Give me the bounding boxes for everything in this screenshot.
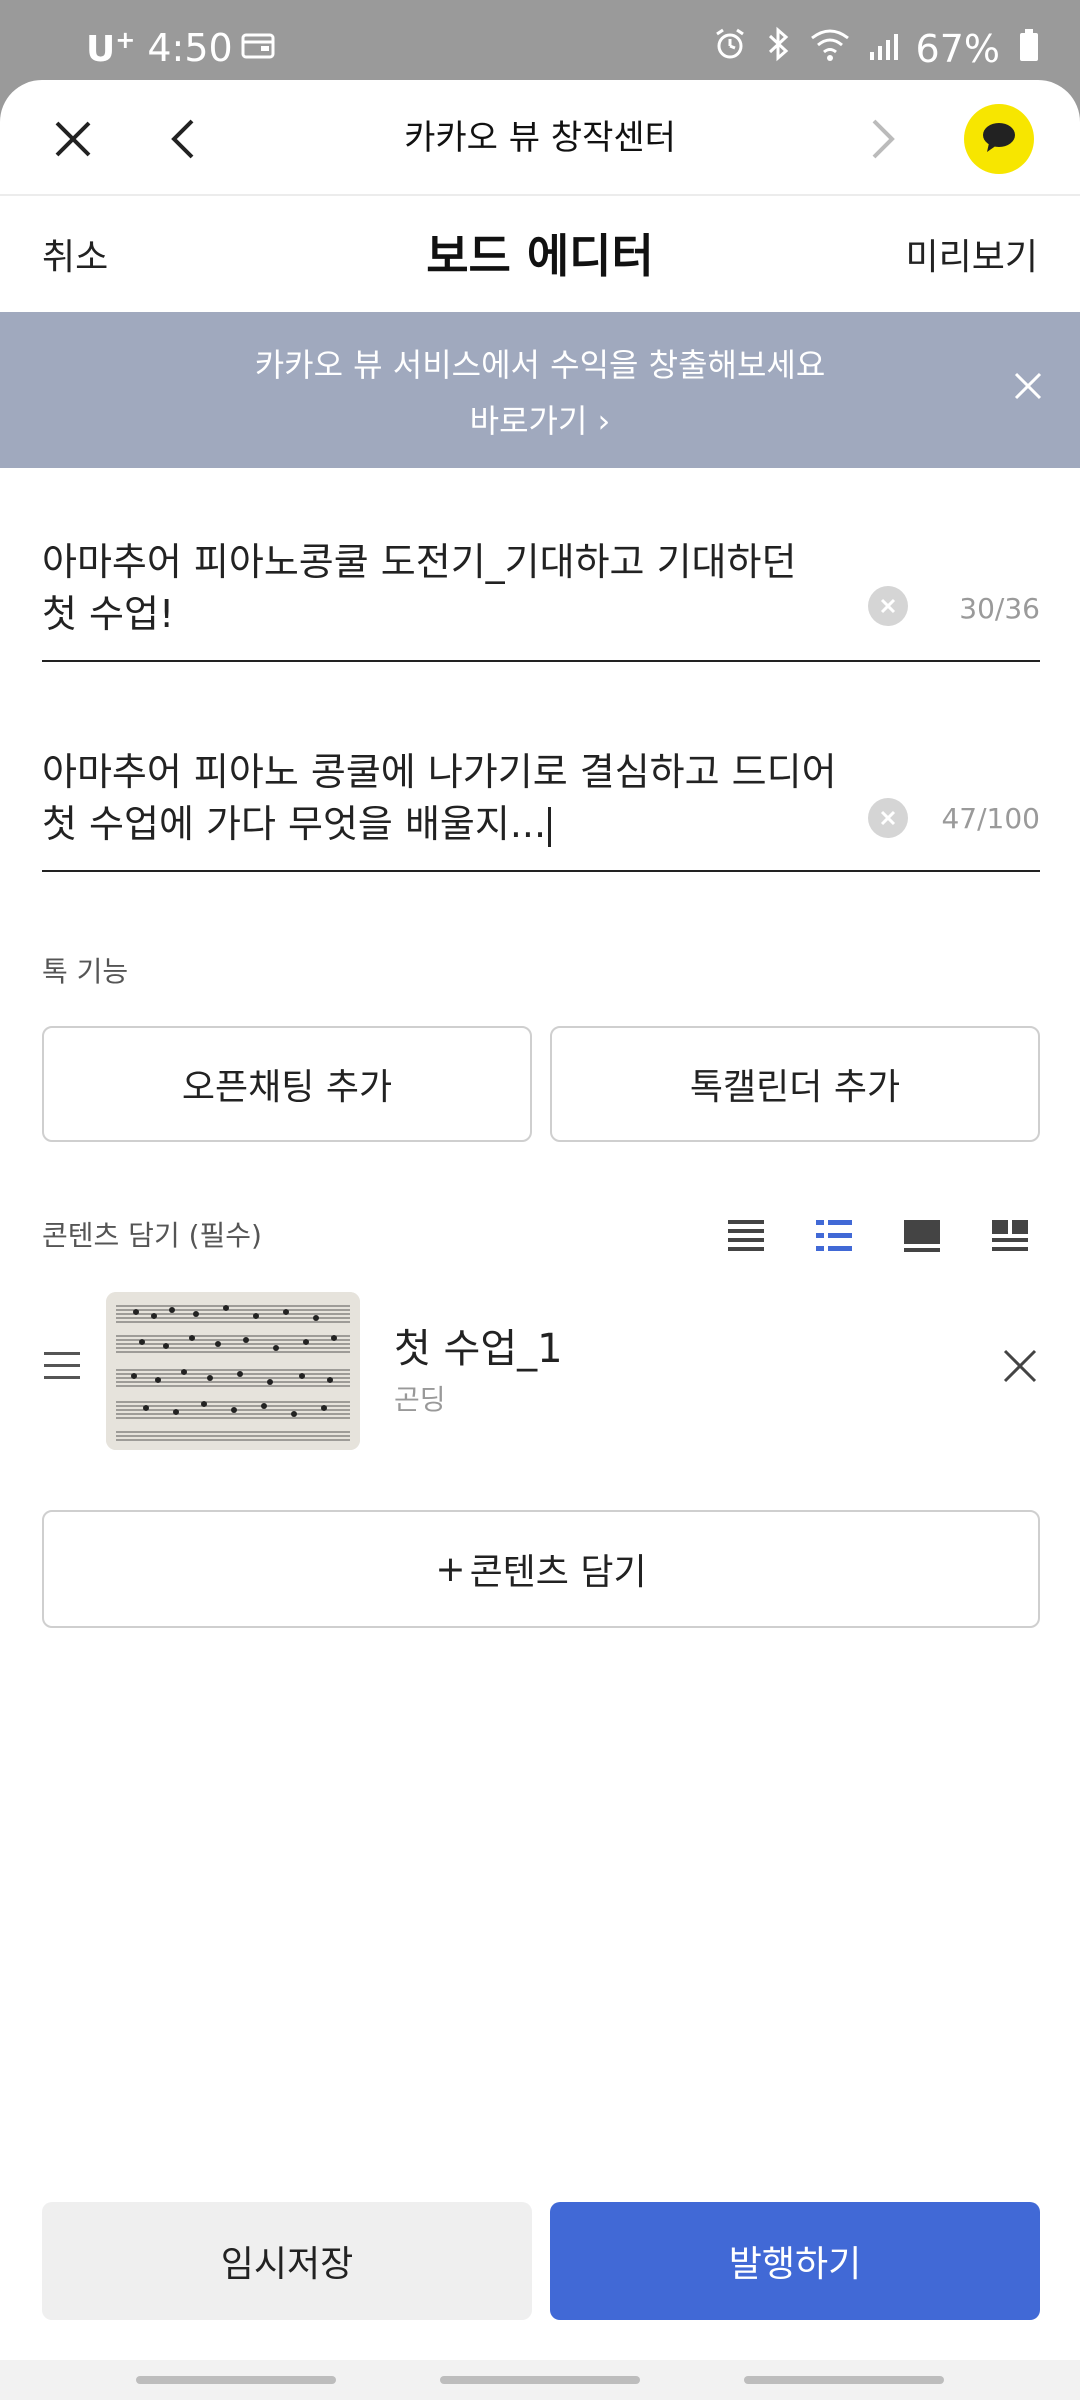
add-content-button[interactable]: + 콘텐츠 담기 xyxy=(42,1510,1040,1628)
card-icon[interactable] xyxy=(902,1216,942,1260)
nav-back-handle[interactable] xyxy=(744,2376,944,2384)
title-char-count: 30/36 xyxy=(959,592,1040,625)
back-icon[interactable] xyxy=(160,116,206,162)
signal-icon xyxy=(868,27,898,71)
description-input[interactable]: 아마추어 피아노 콩쿨에 나가기로 결심하고 드디어 첫 수업에 가다 무엇을 … xyxy=(42,746,872,850)
remove-item-icon[interactable] xyxy=(1002,1348,1038,1388)
add-content-label: 콘텐츠 담기 xyxy=(469,1552,647,1593)
close-icon[interactable] xyxy=(50,116,96,162)
status-bar: U+ 4:50 67% xyxy=(0,0,1080,90)
add-talk-calendar-button[interactable]: 톡캘린더 추가 xyxy=(550,1026,1040,1142)
grid-icon[interactable] xyxy=(990,1216,1030,1260)
kakaotalk-button[interactable] xyxy=(964,104,1034,174)
description-clear-icon[interactable] xyxy=(868,798,908,838)
publish-button[interactable]: 발행하기 xyxy=(550,2202,1040,2320)
description-char-count: 47/100 xyxy=(941,802,1040,835)
content-list-item[interactable]: 첫 수업_1 곤딩 xyxy=(0,1286,1080,1456)
list-icon[interactable] xyxy=(726,1216,766,1260)
contents-label: 콘텐츠 담기 (필수) xyxy=(42,1219,262,1252)
status-time: 4:50 xyxy=(147,26,233,70)
nav-recents-handle[interactable] xyxy=(136,2376,336,2384)
wallet-icon xyxy=(241,26,275,70)
view-mode-switcher xyxy=(726,1216,1030,1260)
battery-icon xyxy=(1018,27,1040,71)
add-open-chat-button[interactable]: 오픈채팅 추가 xyxy=(42,1026,532,1142)
save-draft-button[interactable]: 임시저장 xyxy=(42,2202,532,2320)
title-clear-icon[interactable] xyxy=(868,586,908,626)
alarm-icon xyxy=(712,26,748,71)
wifi-icon xyxy=(810,27,850,71)
content-item-title: 첫 수업_1 xyxy=(394,1326,563,1372)
title-input[interactable]: 아마추어 피아노콩쿨 도전기_기대하고 기대하던 첫 수업! xyxy=(42,536,872,640)
talk-features-label: 톡 기능 xyxy=(42,955,129,988)
plus-icon: + xyxy=(435,1548,466,1590)
browser-title: 카카오 뷰 창작센터 xyxy=(404,118,676,158)
editor-header: 취소 보드 에디터 미리보기 xyxy=(0,198,1080,310)
nav-home-handle[interactable] xyxy=(440,2376,640,2384)
forward-icon[interactable] xyxy=(860,116,906,162)
title-field[interactable]: 아마추어 피아노콩쿨 도전기_기대하고 기대하던 첫 수업! 30/36 xyxy=(42,536,1040,662)
bluetooth-icon xyxy=(766,26,792,71)
battery-percent: 67% xyxy=(915,26,1000,71)
list-bullet-icon[interactable] xyxy=(814,1216,854,1260)
browser-toolbar: 카카오 뷰 창작센터 xyxy=(0,80,1080,196)
drag-handle-icon[interactable] xyxy=(42,1348,82,1388)
sheet-music-thumbnail xyxy=(106,1292,360,1450)
content-item-author: 곤딩 xyxy=(394,1383,446,1416)
system-nav-bar xyxy=(0,2360,1080,2400)
promo-banner: 카카오 뷰 서비스에서 수익을 창출해보세요 바로가기 › xyxy=(0,312,1080,468)
carrier-label: U+ xyxy=(86,26,136,70)
banner-close-icon[interactable] xyxy=(1012,370,1044,406)
chat-bubble-icon xyxy=(981,121,1017,157)
text-caret xyxy=(548,806,552,847)
description-field[interactable]: 아마추어 피아노 콩쿨에 나가기로 결심하고 드디어 첫 수업에 가다 무엇을 … xyxy=(42,746,1040,872)
webview-sheet: 카카오 뷰 창작센터 취소 보드 에디터 미리보기 카카오 뷰 서비스에서 수익… xyxy=(0,80,1080,2360)
banner-link[interactable]: 바로가기 › xyxy=(0,396,1080,442)
preview-button[interactable]: 미리보기 xyxy=(906,228,1038,280)
banner-text: 카카오 뷰 서비스에서 수익을 창출해보세요 xyxy=(254,346,826,384)
